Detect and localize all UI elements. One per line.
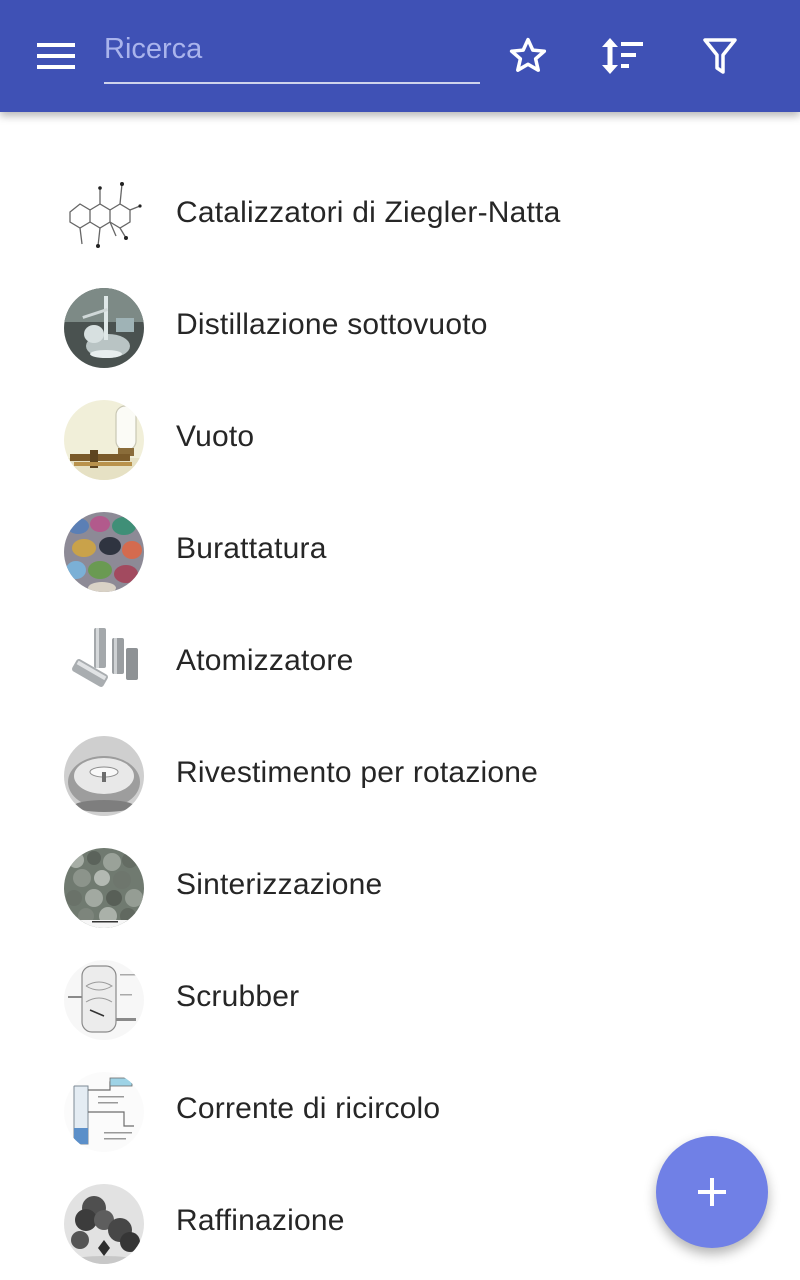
filter-button[interactable] [694,30,746,82]
item-title: Vuoto [176,420,255,453]
app-root: Catalizzatori di Ziegler-Natta Distillaz… [0,0,800,1280]
menu-icon [37,43,75,69]
spin-coater-thumbnail [64,736,144,816]
item-title: Sinterizzazione [176,868,383,901]
item-title: Scrubber [176,980,300,1013]
molecule-thumbnail [64,176,144,256]
vacuum-pump-thumbnail [64,400,144,480]
star-outline-icon [509,37,547,72]
item-title: Catalizzatori di Ziegler-Natta [176,196,561,229]
tumbled-stones-thumbnail [64,512,144,592]
item-title: Corrente di ricircolo [176,1092,441,1125]
metal-nozzles-thumbnail [64,624,144,704]
plus-icon [698,1178,726,1206]
lab-glassware-thumbnail [64,288,144,368]
list-item[interactable]: Atomizzatore [0,608,800,720]
sinter-pellets-thumbnail [64,848,144,928]
search-field [104,24,480,84]
item-title: Raffinazione [176,1204,345,1237]
sort-button[interactable] [596,30,648,82]
list-item[interactable]: Rivestimento per rotazione [0,720,800,832]
add-button[interactable] [656,1136,768,1248]
refined-metal-thumbnail [64,1184,144,1264]
list-item[interactable]: Catalizzatori di Ziegler-Natta [0,160,800,272]
app-bar [0,0,800,112]
scrubber-diagram-thumbnail [64,960,144,1040]
list-item[interactable]: Distillazione sottovuoto [0,272,800,384]
list-item[interactable]: Scrubber [0,944,800,1056]
item-title: Burattatura [176,532,327,565]
search-input[interactable] [104,24,480,74]
recycle-diagram-thumbnail [64,1072,144,1152]
filter-icon [703,38,737,74]
list-item[interactable]: Burattatura [0,496,800,608]
item-title: Atomizzatore [176,644,354,677]
item-title: Rivestimento per rotazione [176,756,539,789]
list-item[interactable]: Sinterizzazione [0,832,800,944]
menu-button[interactable] [26,32,86,80]
item-title: Distillazione sottovuoto [176,308,488,341]
list-item[interactable]: Vuoto [0,384,800,496]
favorites-button[interactable] [502,30,554,82]
article-list: Catalizzatori di Ziegler-Natta Distillaz… [0,160,800,1280]
sort-icon [602,38,643,74]
